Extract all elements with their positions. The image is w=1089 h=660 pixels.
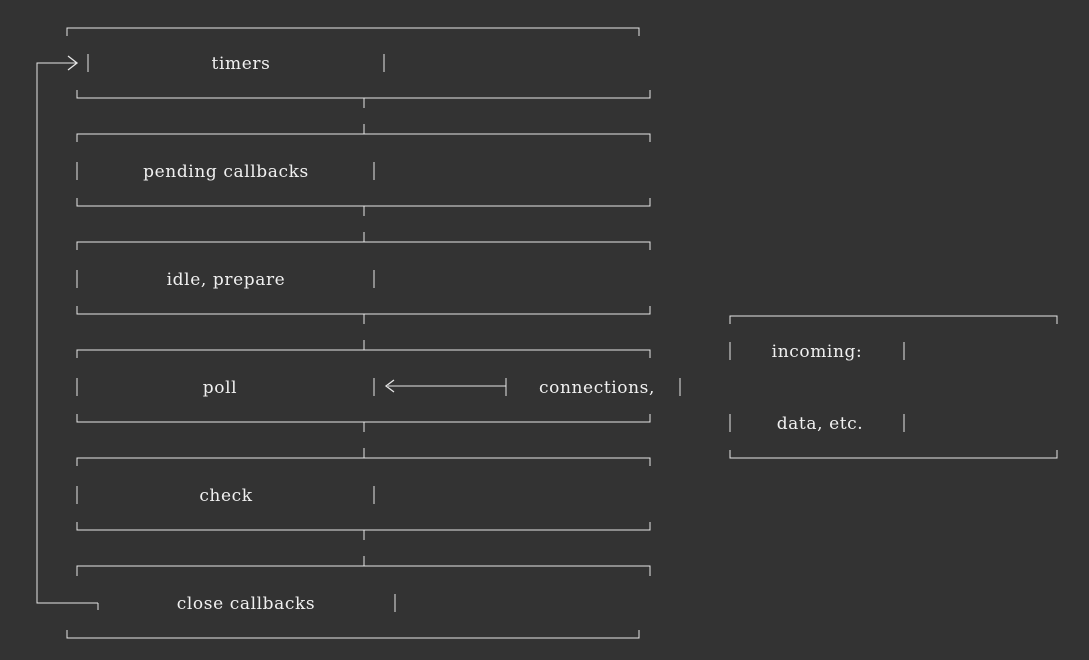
event-loop-diagram: timers pending callbacks idle, prepare p… (36, 27, 1058, 639)
phase-label-close-callbacks: close callbacks (177, 594, 315, 614)
incoming-arrow (384, 378, 507, 396)
phase-label-idle-prepare: idle, prepare (167, 270, 286, 290)
phase-label-timers: timers (212, 54, 271, 74)
loop-back-line (36, 62, 99, 610)
phase-label-poll: poll (203, 378, 237, 398)
phase-label-pending-callbacks: pending callbacks (143, 162, 309, 182)
data-etc-label: data, etc. (777, 414, 864, 434)
incoming-label: incoming: (772, 342, 863, 362)
phase-label-check: check (199, 486, 252, 506)
incoming-box: incoming: connections, data, etc. (539, 315, 1058, 459)
phase-idle-prepare: idle, prepare (76, 241, 651, 315)
phase-check: check (76, 457, 651, 531)
connections-label: connections, (539, 378, 655, 398)
phase-close-callbacks: close callbacks (66, 565, 651, 639)
phase-timers: timers (66, 27, 651, 99)
phase-pending-callbacks: pending callbacks (76, 133, 651, 207)
